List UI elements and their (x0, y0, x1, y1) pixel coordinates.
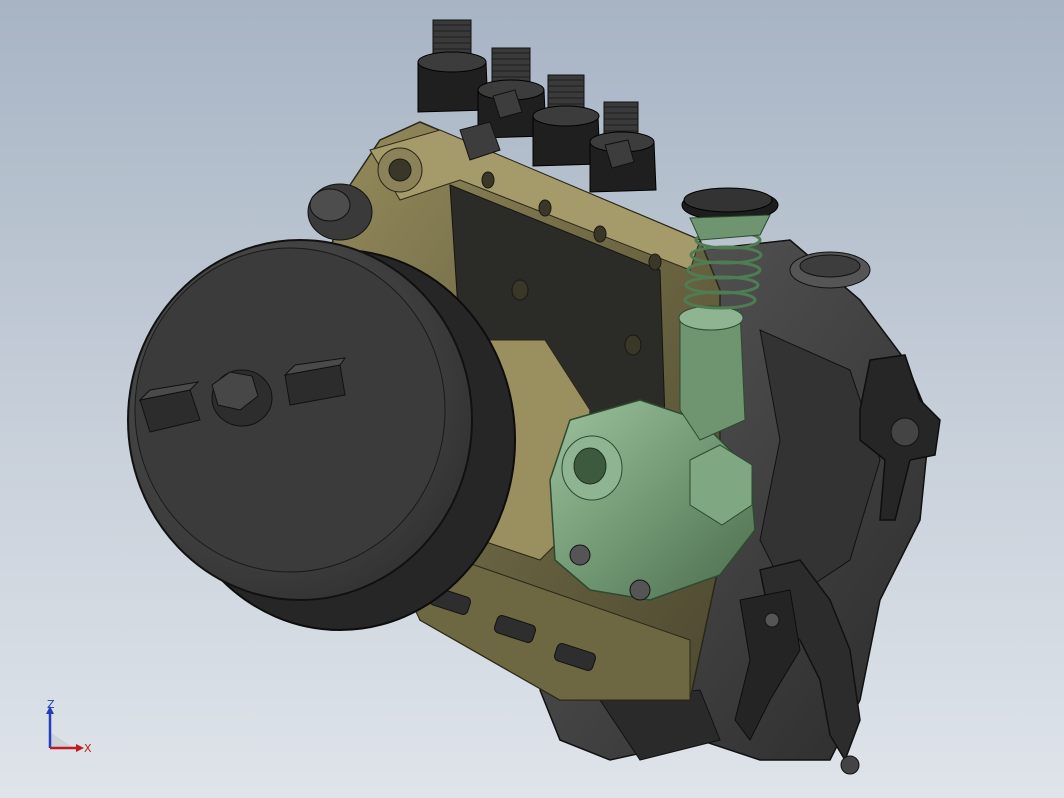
model-view[interactable] (0, 0, 1064, 798)
x-axis-arrow (76, 744, 84, 752)
axis-triad: Z X (40, 696, 100, 756)
feed-pump-inlet (561, 435, 623, 501)
side-plug[interactable] (307, 183, 373, 241)
z-axis-label: Z (47, 698, 55, 711)
x-axis-label: X (84, 742, 92, 755)
drive-cover[interactable] (127, 239, 516, 631)
graphics-viewport[interactable]: Z X (0, 0, 1064, 798)
center-nut (211, 369, 273, 427)
